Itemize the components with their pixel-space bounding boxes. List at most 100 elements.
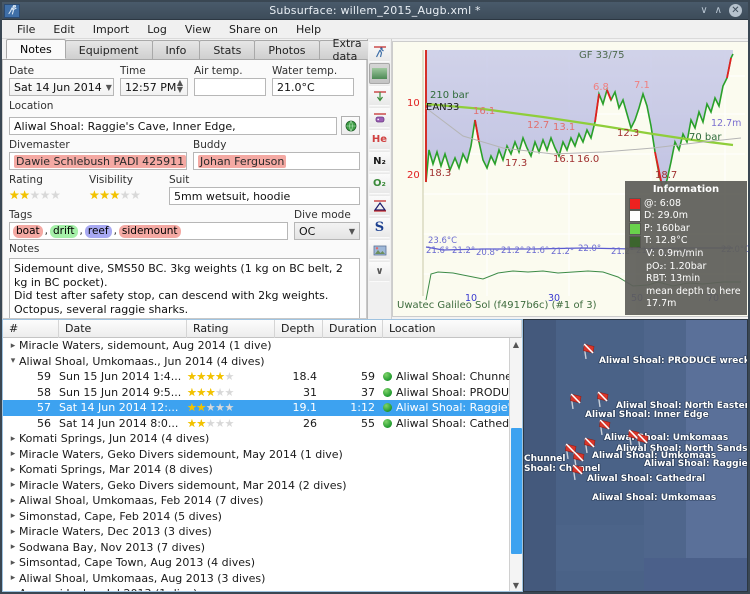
chevron-right-icon[interactable]: ▸ <box>7 589 19 591</box>
tab-photos[interactable]: Photos <box>254 40 319 59</box>
chevron-right-icon[interactable]: ▸ <box>7 480 19 490</box>
dive-site-flag-icon[interactable] <box>569 392 583 412</box>
dive-trip-row[interactable]: ▸Aliwal Shoal, Umkomaas, Aug 2013 (3 div… <box>3 571 509 587</box>
dive-trip-row[interactable]: ▸Aliwal Shoal, Umkomaas, Feb 2014 (7 div… <box>3 493 509 509</box>
tab-notes[interactable]: Notes <box>6 39 66 59</box>
dive-row[interactable]: 59Sun 15 Jun 2014 1:4...★★★★★18.459Aliwa… <box>3 369 509 385</box>
notes-textarea[interactable]: Sidemount dive, SMS50 BC. 3kg weights (1… <box>9 258 360 319</box>
column-depth[interactable]: Depth <box>275 320 323 338</box>
dive-trip-row[interactable]: ▸Miracle Waters, Dec 2013 (3 dives) <box>3 524 509 540</box>
water-temp-input[interactable]: 21.0°C <box>272 78 354 96</box>
chevron-right-icon[interactable]: ▸ <box>7 511 19 521</box>
star-3[interactable]: ★ <box>30 188 40 203</box>
star-1[interactable]: ★ <box>89 188 99 203</box>
column-rating[interactable]: Rating <box>187 320 275 338</box>
dive-profile-chart[interactable]: GF 33/75 10 20 210 bar EAN33 70 bar 12.7… <box>392 41 750 317</box>
dive-site-flag-icon[interactable] <box>598 418 612 438</box>
column-date[interactable]: Date <box>59 320 187 338</box>
visibility-stars[interactable]: ★★★★★ <box>89 187 163 204</box>
star-4[interactable]: ★ <box>40 188 50 203</box>
chevron-right-icon[interactable]: ▸ <box>7 465 19 475</box>
dive-list-scrollbar[interactable]: ▲ ▼ <box>509 338 522 591</box>
chevron-right-icon[interactable]: ▸ <box>7 573 19 583</box>
chevron-right-icon[interactable]: ▸ <box>7 527 19 537</box>
show-ceiling-icon[interactable] <box>369 85 390 106</box>
dive-site-map[interactable]: Aliwal Shoal: PRODUCE wreckAliwal Shoal:… <box>523 319 748 592</box>
tab-equipment[interactable]: Equipment <box>65 40 153 59</box>
dive-site-flag-icon[interactable] <box>571 463 585 483</box>
rating-stars[interactable]: ★★★★★ <box>9 187 83 204</box>
menu-import[interactable]: Import <box>84 21 139 38</box>
dive-row[interactable]: 58Sun 15 Jun 2014 9:5...★★★★★3137Aliwal … <box>3 385 509 401</box>
dive-trip-row[interactable]: ▸Aquanzi Lodge, Jul 2013 (1 dive) <box>3 586 509 591</box>
heartrate-icon[interactable] <box>369 195 390 216</box>
more-options-icon[interactable]: ∨ <box>369 261 390 282</box>
chevron-right-icon[interactable]: ▸ <box>7 341 19 351</box>
scroll-down-icon[interactable]: ▼ <box>513 579 519 591</box>
column-location[interactable]: Location <box>383 320 522 338</box>
photos-icon[interactable] <box>369 239 390 260</box>
dive-trip-row[interactable]: ▸Miracle Waters, sidemount, Aug 2014 (1 … <box>3 338 509 354</box>
dive-trip-row[interactable]: ▸Komati Springs, Mar 2014 (8 dives) <box>3 462 509 478</box>
scroll-thumb[interactable] <box>511 428 522 554</box>
dive-site-flag-icon[interactable] <box>636 432 650 452</box>
menu-file[interactable]: File <box>8 21 44 38</box>
menu-share-on[interactable]: Share on <box>220 21 287 38</box>
chevron-right-icon[interactable]: ▸ <box>7 542 19 552</box>
tag-sidemount[interactable]: sidemount <box>119 225 181 238</box>
star-2[interactable]: ★ <box>99 188 109 203</box>
chevron-right-icon[interactable]: ▸ <box>7 558 19 568</box>
column-duration[interactable]: Duration <box>323 320 383 338</box>
scroll-track[interactable] <box>511 350 522 579</box>
menu-edit[interactable]: Edit <box>44 21 83 38</box>
spinner-icon[interactable]: ▲▼ <box>177 80 183 94</box>
gradient-fill-icon[interactable] <box>369 63 390 84</box>
scroll-up-icon[interactable]: ▲ <box>513 338 519 350</box>
tab-info[interactable]: Info <box>152 40 201 59</box>
oxygen-icon[interactable]: O₂ <box>369 173 390 194</box>
helium-icon[interactable]: He <box>369 129 390 150</box>
dive-trip-row[interactable]: ▸Simsontad, Cape Town, Aug 2013 (4 dives… <box>3 555 509 571</box>
buddy-input[interactable]: Johan Ferguson <box>193 152 360 170</box>
star-2[interactable]: ★ <box>19 188 29 203</box>
dive-trip-row[interactable]: ▸Simonstad, Cape, Feb 2014 (5 dives) <box>3 509 509 525</box>
dive-trip-row[interactable]: ▸Miracle Waters, Geko Divers sidemount, … <box>3 447 509 463</box>
star-5[interactable]: ★ <box>130 188 140 203</box>
date-input[interactable]: Sat 14 Jun 2014 ▼ <box>9 78 114 96</box>
dive-list[interactable]: # Date Rating Depth Duration Location ▸M… <box>2 319 523 592</box>
menu-view[interactable]: View <box>176 21 220 38</box>
location-input[interactable]: Aliwal Shoal: Raggie's Cave, Inner Edge, <box>9 117 337 135</box>
star-1[interactable]: ★ <box>9 188 19 203</box>
nitrogen-icon[interactable]: N₂ <box>369 151 390 172</box>
menu-help[interactable]: Help <box>287 21 330 38</box>
tag-boat[interactable]: boat <box>13 225 43 238</box>
tag-drift[interactable]: drift <box>50 225 78 238</box>
dive-site-flag-icon[interactable] <box>596 390 610 410</box>
menu-log[interactable]: Log <box>138 21 176 38</box>
dive-row[interactable]: 57Sat 14 Jun 2014 12:...★★★★★19.11:12Ali… <box>3 400 509 416</box>
dive-site-flag-icon[interactable] <box>582 342 596 362</box>
dive-trip-row[interactable]: ▾Aliwal Shoal, Umkomaas., Jun 2014 (4 di… <box>3 354 509 370</box>
dive-trip-row[interactable]: ▸Komati Springs, Jun 2014 (4 dives) <box>3 431 509 447</box>
dive-trip-row[interactable]: ▸Sodwana Bay, Nov 2013 (7 dives) <box>3 540 509 556</box>
scale-profile-icon[interactable] <box>369 41 390 62</box>
divemaster-input[interactable]: Dawie Schlebush PADI 425911 <box>9 152 187 170</box>
star-4[interactable]: ★ <box>120 188 130 203</box>
chevron-down-icon[interactable]: ▾ <box>7 356 19 366</box>
star-5[interactable]: ★ <box>50 188 60 203</box>
close-icon[interactable]: ✕ <box>729 4 742 17</box>
maximize-icon[interactable]: ∧ <box>715 6 722 16</box>
chevron-right-icon[interactable]: ▸ <box>7 434 19 444</box>
speed-icon[interactable]: S <box>369 217 390 238</box>
chevron-right-icon[interactable]: ▸ <box>7 449 19 459</box>
star-3[interactable]: ★ <box>110 188 120 203</box>
tag-reef[interactable]: reef <box>85 225 112 238</box>
suit-input[interactable]: 5mm wetsuit, hoodie <box>169 187 360 205</box>
dive-row[interactable]: 56Sat 14 Jun 2014 8:0...★★★★★2655Aliwal … <box>3 416 509 432</box>
air-temp-input[interactable] <box>194 78 266 96</box>
column-number[interactable]: # <box>3 320 59 338</box>
minimize-icon[interactable]: ∨ <box>700 6 707 16</box>
chevron-right-icon[interactable]: ▸ <box>7 496 19 506</box>
show-tissues-icon[interactable] <box>369 107 390 128</box>
time-input[interactable]: 12:57 PM ▲▼ <box>120 78 188 96</box>
